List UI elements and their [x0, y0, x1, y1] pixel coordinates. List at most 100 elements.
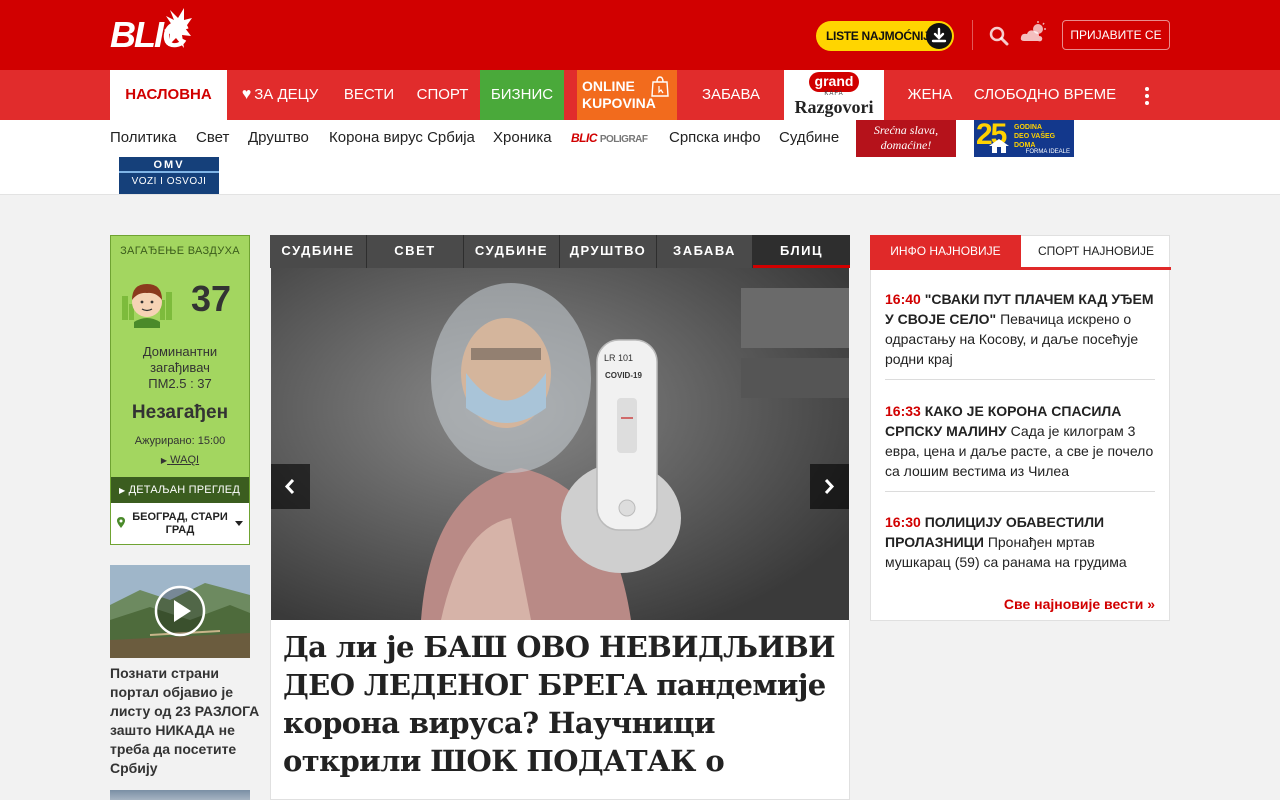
- slider-prev-button[interactable]: [271, 464, 310, 509]
- subnav-sudbine[interactable]: Судбине: [779, 129, 839, 146]
- grand-razgovori-banner[interactable]: grand KAFA Razgovori: [784, 70, 884, 120]
- weather-icon[interactable]: [1020, 21, 1048, 45]
- dominant-line3: ПМ2.5 : 37: [148, 376, 212, 391]
- liste-label: LISTE NAJMOĆNIJIH: [826, 29, 941, 43]
- waqi-label: WAQI: [170, 454, 200, 466]
- air-quality-widget: ЗАГАЂЕЊЕ ВАЗДУХА 37 Доминантни загађивач…: [110, 235, 250, 545]
- omv-banner[interactable]: OMV VOZI I OSVOJI: [119, 157, 219, 194]
- subnav-srpska-info[interactable]: Српска инфо: [669, 129, 761, 146]
- dominant-line2: загађивач: [150, 360, 210, 375]
- slider-category-tabs: СУДБИНЕ СВЕТ СУДБИНЕ ДРУШТВО ЗАБАВА БЛИЦ: [270, 235, 850, 268]
- air-quality-status: Незагађен: [131, 402, 229, 423]
- liste-najmocnijih-button[interactable]: LISTE NAJMOĆNIJIH: [816, 21, 954, 51]
- location-pin-icon: [117, 517, 125, 528]
- nav-naslovna[interactable]: НАСЛОВНА: [110, 70, 227, 120]
- news-item[interactable]: 16:40 "СВАКИ ПУТ ПЛАЧЕМ КАД УЂЕМ У СВОЈЕ…: [885, 289, 1155, 369]
- nav-sport[interactable]: СПОРТ: [405, 70, 480, 120]
- login-button[interactable]: ПРИЈАВИТЕ СЕ: [1062, 20, 1170, 50]
- slide-image[interactable]: LR 101 COVID-19: [271, 268, 849, 620]
- omv-stripe: [119, 171, 219, 173]
- subnav-svet[interactable]: Свет: [196, 129, 229, 146]
- video-thumbnail[interactable]: [110, 565, 250, 658]
- detailed-view-label: ДЕТАЉАН ПРЕГЛЕД: [128, 484, 240, 496]
- slider-tab-2[interactable]: СВЕТ: [367, 235, 464, 268]
- detailed-view-button[interactable]: ▶ ДЕТАЉАН ПРЕГЛЕД: [111, 477, 249, 503]
- shopping-bag-icon: [651, 76, 669, 97]
- grand-logo: grand: [809, 72, 859, 92]
- tab-underline: [870, 267, 1171, 270]
- air-quality-title: ЗАГАЂЕЊЕ ВАЗДУХА: [120, 245, 240, 257]
- play-icon[interactable]: [154, 585, 206, 637]
- chevron-right-icon: [824, 479, 835, 494]
- news-time: 16:40: [885, 291, 921, 307]
- download-icon: [926, 23, 952, 49]
- waqi-link[interactable]: ▶ WAQI: [111, 454, 249, 466]
- nav-za-decu-label: ЗА ДЕЦУ: [254, 86, 319, 103]
- news-time: 16:33: [885, 403, 921, 419]
- slava-line2: domaćine!: [880, 138, 932, 152]
- nav-slobodno-vreme[interactable]: СЛОБОДНО ВРЕМЕ: [970, 70, 1120, 120]
- news-divider: [885, 379, 1155, 380]
- poligraf-blic: BLIC: [571, 131, 598, 145]
- slide-caption: Да ли је БАШ ОВО НЕВИДЉИВИ ДЕО ЛЕДЕНОГ Б…: [270, 620, 850, 800]
- tab-sport-latest[interactable]: СПОРТ НАЈНОВИЈЕ: [1021, 235, 1171, 267]
- tab-info-latest[interactable]: ИНФО НАЈНОВИЈЕ: [870, 235, 1021, 267]
- location-select[interactable]: БЕОГРАД, СТАРИ ГРАД: [111, 503, 249, 544]
- news-item[interactable]: 16:33 КАКО ЈЕ КОРОНА СПАСИЛА СРПСКУ МАЛИ…: [885, 401, 1155, 481]
- blic-logo[interactable]: BLIC: [110, 8, 192, 62]
- logo-burst-icon: [164, 8, 192, 48]
- house-icon: [989, 139, 1009, 153]
- dominant-line1: Доминантни: [142, 344, 218, 359]
- heart-icon: ♥: [241, 86, 252, 103]
- forma-text2: DEO VAŠEG: [1014, 133, 1056, 140]
- slider-tab-6[interactable]: БЛИЦ: [753, 235, 850, 268]
- slider-tab-4[interactable]: ДРУШТВО: [560, 235, 657, 268]
- forma-text1: GODINA: [1014, 124, 1042, 131]
- next-teaser-thumbnail[interactable]: [110, 790, 250, 800]
- more-vertical-icon[interactable]: [1140, 85, 1154, 107]
- srecna-slava-banner[interactable]: Srećna slava, domaćine!: [856, 120, 956, 157]
- news-item[interactable]: 16:30 ПОЛИЦИЈУ ОБАВЕСТИЛИ ПРОЛАЗНИЦИ Про…: [885, 512, 1155, 572]
- forma-text: GODINA DEO VAŠEG DOMA: [1014, 123, 1055, 150]
- air-quality-updated: Ажурирано: 15:00: [134, 435, 226, 447]
- dominant-pollutant: Доминантни загађивач ПМ2.5 : 37: [111, 344, 249, 392]
- online-line2: KUPOVINA: [582, 95, 656, 111]
- video-teaser-title[interactable]: Познати страни портал објавио је листу о…: [110, 664, 260, 778]
- subnav-blic-poligraf[interactable]: BLIC POLIGRAF: [571, 131, 648, 145]
- person-face-icon: [122, 284, 172, 328]
- nav-biznis[interactable]: БИЗНИС: [480, 70, 564, 120]
- all-latest-news-link[interactable]: Све најновије вести »: [1004, 596, 1155, 612]
- nav-zabava[interactable]: ЗАБАВА: [688, 70, 774, 120]
- latest-news-panel: ИНФО НАЈНОВИЈЕ СПОРТ НАЈНОВИЈЕ 16:40 "СВ…: [870, 235, 1171, 621]
- forma-brand: FORMA IDEALE: [1025, 149, 1070, 155]
- slide-headline[interactable]: Да ли је БАШ ОВО НЕВИДЉИВИ ДЕО ЛЕДЕНОГ Б…: [283, 628, 839, 780]
- forma-ideale-banner[interactable]: 25 GODINA DEO VAŠEG DOMA FORMA IDEALE: [974, 118, 1074, 157]
- chevron-left-icon: [284, 479, 295, 494]
- subnav-drustvo[interactable]: Друштво: [248, 129, 309, 146]
- nav-zena[interactable]: ЖЕНА: [897, 70, 963, 120]
- slider-tab-1[interactable]: СУДБИНЕ: [270, 235, 367, 268]
- slava-line1: Srećna slava,: [873, 123, 939, 137]
- header-divider: [972, 20, 973, 50]
- main-nav: НАСЛОВНА ♥ ЗА ДЕЦУ ВЕСТИ СПОРТ БИЗНИС ONL…: [0, 70, 1280, 120]
- subnav-hronika[interactable]: Хроника: [493, 129, 552, 146]
- slider-next-button[interactable]: [810, 464, 849, 509]
- omv-text: VOZI I OSVOJI: [131, 176, 207, 187]
- air-quality-value: 37: [191, 278, 232, 319]
- grand-razgovori-label: Razgovori: [794, 97, 874, 117]
- search-icon[interactable]: [989, 26, 1009, 46]
- test-label-2: COVID-19: [605, 371, 642, 380]
- news-divider: [885, 491, 1155, 492]
- slider-tab-3[interactable]: СУДБИНЕ: [464, 235, 560, 268]
- location-line2: ГРАД: [165, 524, 195, 536]
- news-time: 16:30: [885, 514, 921, 530]
- poligraf-label: POLIGRAF: [599, 134, 648, 145]
- nav-vesti[interactable]: ВЕСТИ: [333, 70, 405, 120]
- subnav-politika[interactable]: Политика: [110, 129, 176, 146]
- test-label-1: LR 101: [604, 353, 633, 363]
- nav-za-decu[interactable]: ♥ ЗА ДЕЦУ: [227, 70, 333, 120]
- subnav-korona[interactable]: Корона вирус Србија: [329, 129, 475, 146]
- slider-tab-5[interactable]: ЗАБАВА: [657, 235, 753, 268]
- location-line1: БЕОГРАД, СТАРИ: [132, 511, 228, 523]
- nav-online-kupovina[interactable]: ONLINE KUPOVINA: [577, 70, 677, 120]
